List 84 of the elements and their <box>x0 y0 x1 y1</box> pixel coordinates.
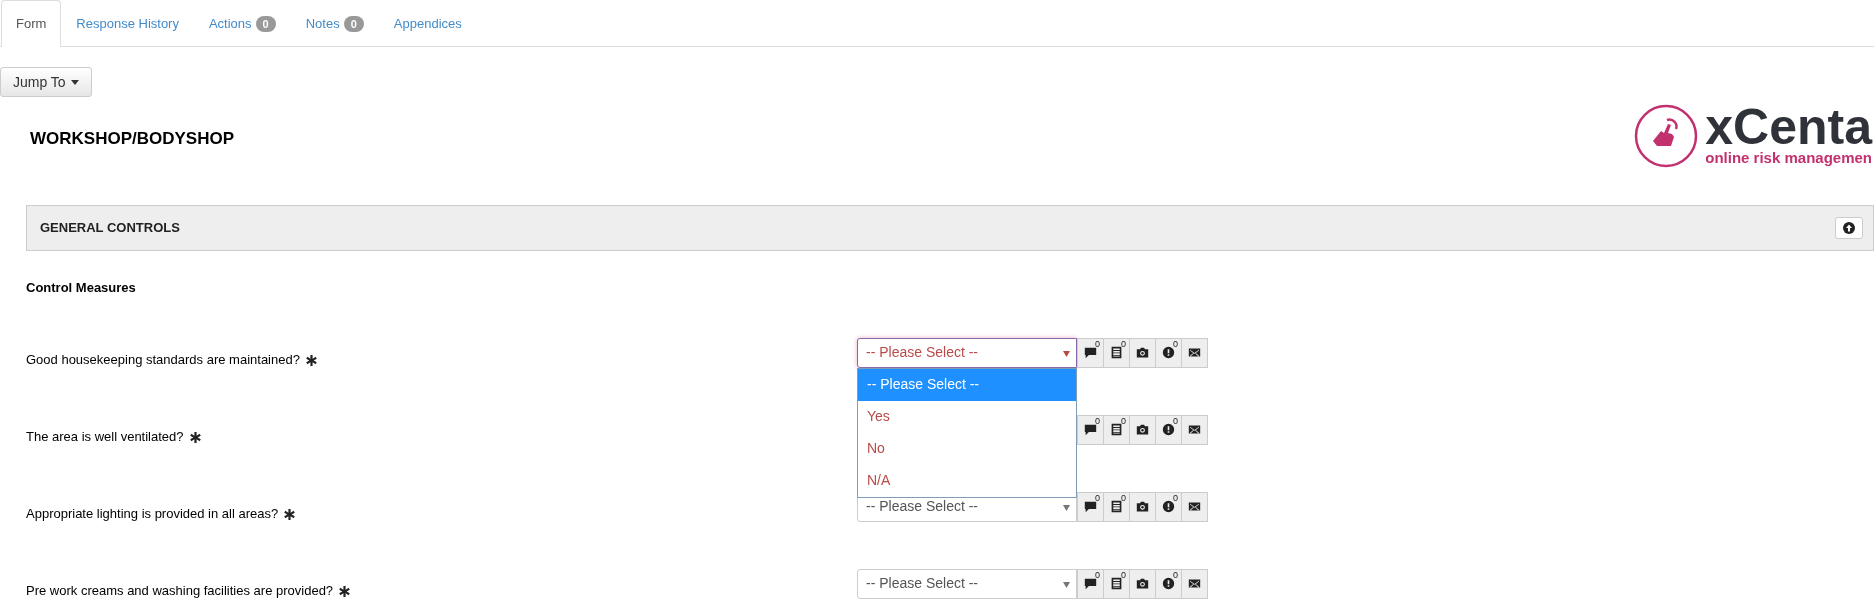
required-asterisk-icon <box>339 585 351 597</box>
dropdown-option[interactable]: Yes <box>858 400 1076 433</box>
required-asterisk-icon <box>305 354 317 366</box>
logo-tagline: online risk managemen <box>1705 149 1872 167</box>
toolbar-button[interactable]: 0 <box>1155 337 1182 368</box>
tab[interactable]: Actions 0 <box>193 0 291 47</box>
tab[interactable]: Appendices <box>378 0 477 47</box>
envelope-icon <box>1188 423 1201 436</box>
exclamation-icon <box>1162 500 1175 513</box>
caret-icon <box>1063 504 1070 511</box>
toolbar-button[interactable] <box>1181 414 1208 445</box>
camera-icon <box>1136 346 1149 359</box>
toolbar-button[interactable] <box>1181 337 1208 368</box>
toolbar-button[interactable]: 0 <box>1155 414 1182 445</box>
speech-bubble-icon <box>1084 346 1097 359</box>
envelope-icon <box>1188 346 1201 359</box>
exclamation-icon <box>1162 577 1175 590</box>
caret-icon <box>1063 581 1070 588</box>
tab[interactable]: Response History <box>61 0 194 47</box>
tab[interactable]: Form <box>1 0 62 47</box>
count-label: 0 <box>1121 492 1126 503</box>
count-label: 0 <box>1173 569 1178 580</box>
toolbar-button[interactable] <box>1129 568 1156 599</box>
toolbar-button[interactable]: 0 <box>1155 568 1182 599</box>
toolbar-button[interactable]: 0 <box>1103 568 1130 599</box>
exclamation-icon <box>1162 346 1175 359</box>
envelope-icon <box>1188 577 1201 590</box>
select-field[interactable]: -- Please Select -- <box>857 568 1077 599</box>
envelope-icon <box>1188 500 1201 513</box>
up-arrow-circle-icon <box>1843 222 1855 234</box>
toolbar-button[interactable] <box>1129 337 1156 368</box>
count-label: 0 <box>1095 338 1100 349</box>
count-label: 0 <box>1121 415 1126 426</box>
speech-bubble-icon <box>1084 500 1097 513</box>
list-icon <box>1110 346 1123 359</box>
count-label: 0 <box>1173 338 1178 349</box>
question-text: The area is well ventilated? <box>26 427 184 446</box>
logo-name: xCenta <box>1705 105 1872 149</box>
speech-bubble-icon <box>1084 423 1097 436</box>
list-icon <box>1110 423 1123 436</box>
toolbar-button[interactable] <box>1129 414 1156 445</box>
count-label: 0 <box>1095 492 1100 503</box>
required-asterisk-icon <box>189 431 201 443</box>
question-text: Good housekeeping standards are maintained? <box>26 350 300 369</box>
question-text: Appropriate lighting is provided in all areas? <box>26 504 279 523</box>
camera-icon <box>1136 500 1149 513</box>
count-label: 0 <box>1121 338 1126 349</box>
toolbar-button[interactable]: 0 <box>1103 414 1130 445</box>
collapse-button[interactable] <box>1835 217 1863 239</box>
count-label: 0 <box>1173 415 1178 426</box>
page-title: WORKSHOP/BODYSHOP <box>30 128 235 150</box>
question-text: Pre work creams and washing facilities are provided? <box>26 581 334 600</box>
caret-icon <box>1063 350 1070 357</box>
list-icon <box>1110 500 1123 513</box>
exclamation-icon <box>1162 423 1175 436</box>
toolbar-button[interactable]: 0 <box>1103 337 1130 368</box>
jump-to-button[interactable]: Jump To <box>0 67 92 97</box>
select-field[interactable]: -- Please Select -- <box>857 337 1077 368</box>
toolbar-button[interactable]: 0 <box>1077 414 1104 445</box>
toolbar-button[interactable] <box>1181 568 1208 599</box>
count-label: 0 <box>1095 569 1100 580</box>
camera-icon <box>1136 423 1149 436</box>
toolbar-button[interactable]: 0 <box>1155 491 1182 522</box>
caret-icon <box>70 79 79 85</box>
toolbar-button[interactable]: 0 <box>1077 337 1104 368</box>
camera-icon <box>1136 577 1149 590</box>
toolbar-button[interactable] <box>1129 491 1156 522</box>
toolbar-button[interactable]: 0 <box>1077 491 1104 522</box>
count-badge: 0 <box>255 15 276 32</box>
count-label: 0 <box>1121 569 1126 580</box>
toolbar-button[interactable]: 0 <box>1077 568 1104 599</box>
speech-bubble-icon <box>1084 577 1097 590</box>
tab[interactable]: Notes 0 <box>290 0 379 47</box>
count-label: 0 <box>1095 415 1100 426</box>
list-icon <box>1110 577 1123 590</box>
toolbar-button[interactable] <box>1181 491 1208 522</box>
subsection-title: Control Measures <box>26 279 137 297</box>
required-asterisk-icon <box>284 508 296 520</box>
count-badge: 0 <box>343 15 364 32</box>
section-title: GENERAL CONTROLS <box>40 219 180 238</box>
dropdown-option[interactable]: No <box>858 432 1076 465</box>
count-label: 0 <box>1173 492 1178 503</box>
toolbar-button[interactable]: 0 <box>1103 491 1130 522</box>
hand-pointer-icon <box>1633 103 1700 169</box>
